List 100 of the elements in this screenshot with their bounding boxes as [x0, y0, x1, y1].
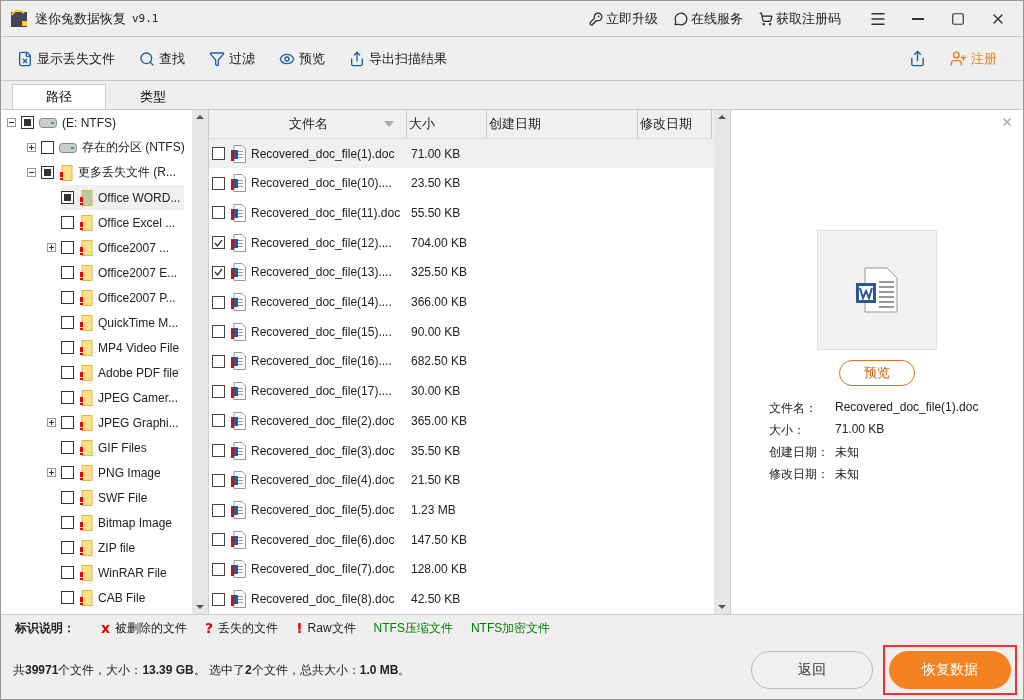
checkbox[interactable]	[21, 116, 34, 129]
checkbox[interactable]	[61, 191, 74, 204]
folder-icon	[79, 389, 93, 406]
collapse-icon[interactable]	[27, 168, 36, 177]
tab[interactable]: 路径	[12, 84, 106, 109]
share-button[interactable]	[909, 50, 926, 67]
preview-button[interactable]: 预览	[839, 360, 915, 386]
tree-item[interactable]: WinRAR File	[61, 560, 171, 585]
tree-item[interactable]: (E: NTFS)	[21, 110, 120, 135]
tree-item[interactable]: PNG Image	[61, 460, 165, 485]
tree-item[interactable]: 更多丢失文件 (R...	[41, 160, 180, 185]
tree-label: Office2007 E...	[98, 265, 178, 280]
checkbox[interactable]	[212, 503, 225, 517]
checkbox[interactable]	[61, 591, 74, 604]
doc-file-icon	[230, 174, 246, 193]
header-link[interactable]: 立即升级	[589, 9, 658, 28]
file-size: 71.00 KB	[411, 146, 461, 161]
scrollbar[interactable]	[714, 110, 730, 614]
tree-item[interactable]: ZIP file	[61, 535, 140, 560]
checkbox[interactable]	[212, 265, 225, 279]
status-text: 共39971个文件，大小：13.39 GB。 选中了2个文件，总共大小：1.0 MB。	[13, 661, 411, 679]
checkbox[interactable]	[212, 176, 225, 190]
checkbox[interactable]	[61, 566, 74, 579]
checkbox[interactable]	[61, 341, 74, 354]
checkbox[interactable]	[61, 441, 74, 454]
checkbox[interactable]	[61, 416, 74, 429]
app-logo-icon	[9, 8, 29, 29]
doc-file-icon	[230, 441, 246, 460]
tree-item[interactable]: Office2007 P...	[61, 285, 180, 310]
file-row[interactable]: Recovered_doc_file(1).doc 71.00 KB	[209, 138, 714, 169]
tree-item[interactable]: Office Excel ...	[61, 210, 180, 235]
checkbox[interactable]	[212, 562, 225, 576]
checkbox[interactable]	[61, 541, 74, 554]
checkbox[interactable]	[61, 241, 74, 254]
expand-icon[interactable]	[47, 418, 56, 427]
checkbox[interactable]	[61, 391, 74, 404]
tree-item[interactable]: Bitmap Image	[61, 510, 177, 535]
tree-label: PNG Image	[98, 465, 161, 480]
tree-item[interactable]: Office WORD...	[61, 185, 185, 210]
scrollbar[interactable]	[192, 110, 208, 614]
tab[interactable]: 类型	[106, 84, 200, 109]
checkbox[interactable]	[61, 266, 74, 279]
checkbox[interactable]	[212, 592, 225, 606]
checkbox[interactable]	[212, 355, 225, 368]
checkbox[interactable]	[41, 166, 54, 179]
folder-icon	[79, 314, 93, 331]
toolbar-button[interactable]: 显示丢失文件	[17, 49, 115, 68]
tree-label: WinRAR File	[98, 565, 167, 580]
tree-item[interactable]: GIF Files	[61, 435, 151, 460]
tree-item[interactable]: Adobe PDF file	[61, 360, 183, 385]
checkbox[interactable]	[61, 291, 74, 304]
tree-item[interactable]: JPEG Graphi...	[61, 410, 183, 435]
expand-icon[interactable]	[27, 143, 36, 152]
header-link[interactable]: 获取注册码	[759, 9, 841, 28]
checkbox[interactable]	[212, 206, 225, 220]
column-header[interactable]: 大小	[407, 110, 487, 138]
tree-item[interactable]: 存在的分区 (NTFS)	[41, 135, 189, 160]
tree-label: Bitmap Image	[98, 515, 173, 530]
checkbox[interactable]	[212, 473, 225, 487]
checkbox[interactable]	[61, 216, 74, 229]
checkbox[interactable]	[61, 316, 74, 329]
tree-item[interactable]: MP4 Video File	[61, 335, 184, 360]
toolbar-button[interactable]: 预览	[279, 49, 325, 68]
toolbar-button[interactable]: 过滤	[209, 49, 255, 68]
tree-item[interactable]: CAB File	[61, 585, 150, 610]
column-header[interactable]: 修改日期	[638, 110, 712, 138]
column-header[interactable]: 文件名	[209, 110, 407, 138]
toolbar-button[interactable]: 查找	[139, 49, 185, 68]
folder-icon	[79, 264, 93, 281]
tree-item[interactable]: Office2007 E...	[61, 260, 182, 285]
checkbox[interactable]	[61, 366, 74, 379]
checkbox[interactable]	[212, 533, 225, 547]
checkbox[interactable]	[212, 236, 225, 250]
file-size: 42.50 KB	[411, 592, 461, 607]
tree-item[interactable]: QuickTime M...	[61, 310, 183, 335]
checkbox[interactable]	[61, 491, 74, 504]
checkbox[interactable]	[212, 147, 225, 161]
folder-icon	[79, 439, 93, 456]
checkbox[interactable]	[41, 141, 54, 154]
folder-icon	[79, 289, 93, 306]
back-button[interactable]: 返回	[751, 651, 873, 689]
checkbox[interactable]	[212, 295, 225, 309]
column-header[interactable]: 创建日期	[487, 110, 638, 138]
checkbox[interactable]	[212, 444, 225, 458]
expand-icon[interactable]	[47, 468, 56, 477]
tree-item[interactable]: SWF File	[61, 485, 152, 510]
expand-icon[interactable]	[47, 243, 56, 252]
tree-item[interactable]: JPEG Camer...	[61, 385, 183, 410]
doc-file-icon	[230, 144, 246, 163]
checkbox[interactable]	[61, 516, 74, 529]
tree-item[interactable]: Office2007 ...	[61, 235, 174, 260]
checkbox[interactable]	[61, 466, 74, 479]
word-document-icon	[855, 267, 899, 313]
checkbox[interactable]	[212, 384, 225, 398]
checkbox[interactable]	[212, 414, 225, 428]
collapse-icon[interactable]	[7, 118, 16, 127]
header-link[interactable]: 在线服务	[674, 9, 743, 28]
toolbar-button[interactable]: 导出扫描结果	[349, 49, 447, 68]
folder-icon	[79, 589, 93, 606]
checkbox[interactable]	[212, 325, 225, 339]
